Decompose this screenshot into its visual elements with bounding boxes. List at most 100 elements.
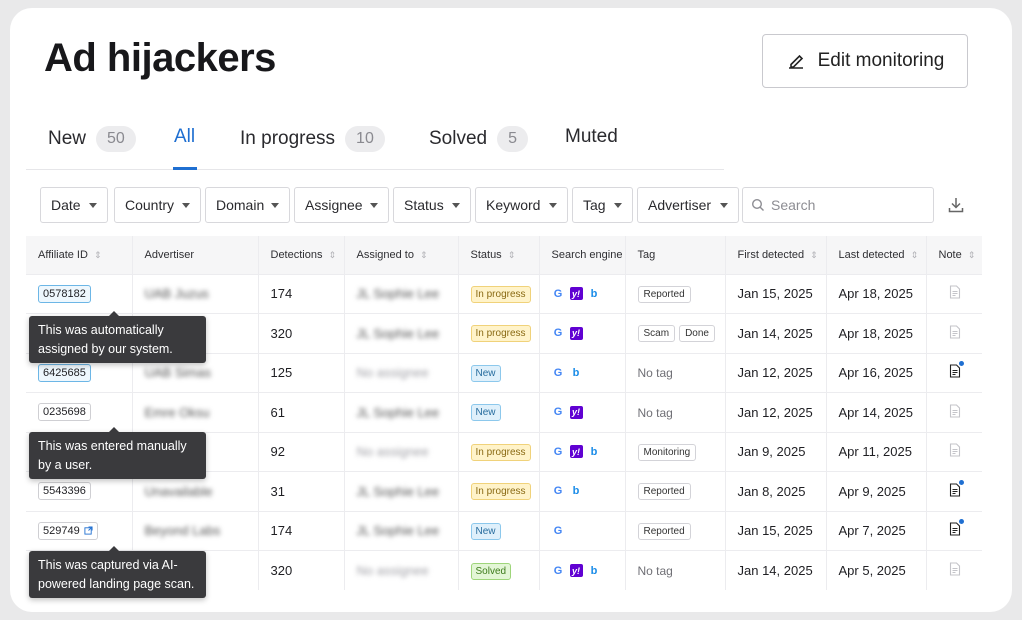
status-badge[interactable]: In progress bbox=[470, 443, 531, 461]
filter-status[interactable]: Status bbox=[393, 187, 471, 223]
engine-list: Gb bbox=[552, 485, 625, 498]
status-badge[interactable]: Solved bbox=[470, 562, 512, 580]
filter-domain[interactable]: Domain bbox=[205, 187, 290, 223]
search-engine-cell: Gy! bbox=[539, 313, 626, 353]
no-tag-label: No tag bbox=[637, 405, 673, 420]
column-header[interactable]: Affiliate ID ⇕ bbox=[26, 236, 133, 274]
note-icon[interactable] bbox=[949, 562, 961, 576]
tab-all[interactable]: All bbox=[174, 126, 195, 148]
note-icon[interactable] bbox=[949, 285, 961, 299]
filter-advertiser[interactable]: Advertiser bbox=[637, 187, 739, 223]
filter-tag[interactable]: Tag bbox=[572, 187, 633, 223]
status-badge[interactable]: New bbox=[470, 522, 501, 540]
affiliate-id-badge[interactable]: 529749 bbox=[38, 521, 98, 540]
tab-muted[interactable]: Muted bbox=[565, 126, 618, 148]
tag-chip[interactable]: Done bbox=[679, 325, 715, 343]
column-header[interactable]: Last detected ⇕ bbox=[826, 236, 927, 274]
tab-label: New bbox=[48, 128, 87, 149]
filter-country[interactable]: Country bbox=[114, 187, 201, 223]
google-icon: G bbox=[553, 445, 563, 458]
sort-icon: ⇕ bbox=[967, 249, 976, 260]
note-icon[interactable] bbox=[949, 361, 964, 378]
yahoo-icon: y! bbox=[569, 445, 583, 459]
note-icon[interactable] bbox=[949, 519, 964, 536]
edit-monitoring-button[interactable]: Edit monitoring bbox=[762, 34, 968, 88]
status-badge[interactable]: In progress bbox=[470, 483, 531, 501]
note-icon[interactable] bbox=[949, 325, 961, 339]
detections-cell: 92 bbox=[258, 431, 345, 472]
affiliate-id-badge[interactable]: 0235698 bbox=[38, 403, 91, 422]
google-icon: G bbox=[553, 564, 563, 577]
assignee-cell[interactable]: No assignee bbox=[344, 550, 459, 590]
column-header[interactable]: Assigned to ⇕ bbox=[344, 236, 459, 274]
table-row[interactable]: 0235698 Emre Oksu 61 JL Sophie Lee New G… bbox=[26, 392, 982, 432]
google-icon: G bbox=[553, 485, 563, 498]
tag-chip[interactable]: Reported bbox=[637, 483, 691, 501]
tab-count: 5 bbox=[497, 126, 529, 152]
status-badge[interactable]: New bbox=[470, 404, 501, 422]
advertiser-name: Unavailable bbox=[144, 483, 213, 499]
assignee-cell[interactable]: JL Sophie Lee bbox=[344, 392, 459, 432]
tab-label: In progress bbox=[240, 128, 336, 149]
bing-icon: b bbox=[572, 485, 580, 498]
assignee-cell[interactable]: No assignee bbox=[344, 352, 459, 393]
note-icon[interactable] bbox=[949, 479, 964, 497]
note-icon[interactable] bbox=[949, 404, 961, 418]
column-label: Last detected bbox=[838, 248, 905, 261]
tab-in-progress[interactable]: In progress 10 bbox=[240, 126, 385, 152]
affiliate-id-badge[interactable]: 5543396 bbox=[38, 482, 91, 501]
filter-date[interactable]: Date bbox=[40, 187, 108, 223]
status-badge[interactable]: New bbox=[470, 364, 501, 382]
google-icon: G bbox=[553, 524, 563, 537]
engine-list: Gy! bbox=[552, 326, 625, 340]
engine-list: Gy! bbox=[552, 405, 625, 419]
tag-cell: Reported bbox=[625, 273, 726, 314]
filter-label: Date bbox=[51, 197, 81, 213]
filter-assignee[interactable]: Assignee bbox=[294, 187, 389, 223]
search-engine-cell: Gy! b bbox=[539, 431, 626, 472]
chevron-down-icon bbox=[452, 203, 460, 208]
column-header[interactable]: First detected ⇕ bbox=[725, 236, 827, 274]
column-header[interactable]: Note ⇕ bbox=[926, 236, 982, 274]
sort-icon: ⇕ bbox=[93, 249, 102, 260]
download-icon[interactable] bbox=[946, 195, 966, 215]
tag-chip[interactable]: Reported bbox=[637, 522, 691, 540]
advertiser-cell: UAB Juzus bbox=[132, 273, 259, 314]
assignee-cell[interactable]: JL Sophie Lee bbox=[344, 510, 459, 551]
filter-keyword[interactable]: Keyword bbox=[475, 187, 568, 223]
tab-count: 10 bbox=[345, 126, 385, 152]
column-header[interactable]: Detections ⇕ bbox=[258, 236, 345, 274]
note-cell bbox=[926, 392, 982, 432]
affiliate-id-cell: 0578182 bbox=[26, 273, 133, 314]
note-cell bbox=[926, 431, 982, 472]
affiliate-id-badge[interactable]: 6425685 bbox=[38, 363, 91, 382]
search-placeholder: Search bbox=[771, 197, 816, 213]
search-input[interactable]: Search bbox=[742, 187, 934, 223]
tag-chip[interactable]: Reported bbox=[637, 285, 691, 303]
status-badge[interactable]: In progress bbox=[470, 285, 531, 303]
status-badge[interactable]: In progress bbox=[470, 325, 531, 343]
tab-new[interactable]: New 50 bbox=[48, 126, 136, 152]
no-tag-label: No tag bbox=[637, 564, 673, 578]
google-icon: G bbox=[553, 366, 563, 379]
last-detected-cell: Apr 5, 2025 bbox=[826, 550, 927, 590]
affiliate-id-text: 0578182 bbox=[43, 287, 86, 300]
assignee-cell[interactable]: JL Sophie Lee bbox=[344, 273, 459, 314]
sort-icon: ⇕ bbox=[507, 249, 516, 260]
last-detected-cell: Apr 11, 2025 bbox=[826, 431, 927, 472]
assignee-cell[interactable]: JL Sophie Lee bbox=[344, 471, 459, 511]
assignee-cell[interactable]: JL Sophie Lee bbox=[344, 313, 459, 353]
affiliate-id-badge[interactable]: 0578182 bbox=[38, 284, 91, 303]
tag-chip[interactable]: Scam bbox=[637, 325, 676, 343]
detections-cell: 61 bbox=[258, 392, 345, 432]
table-row[interactable]: 529749 Beyond Labs 174 JL Sophie Lee New… bbox=[26, 510, 982, 551]
note-icon[interactable] bbox=[949, 443, 961, 457]
tag-cell: No tag bbox=[625, 550, 726, 590]
assignee-cell[interactable]: No assignee bbox=[344, 431, 459, 472]
chevron-down-icon bbox=[271, 203, 279, 208]
engine-list: Gy! b bbox=[552, 564, 625, 577]
table-row[interactable]: 0578182 UAB Juzus 174 JL Sophie Lee In p… bbox=[26, 273, 982, 314]
tag-chip[interactable]: Monitoring bbox=[637, 443, 697, 461]
tab-solved[interactable]: Solved 5 bbox=[429, 126, 529, 152]
column-header[interactable]: Status ⇕ bbox=[458, 236, 540, 274]
